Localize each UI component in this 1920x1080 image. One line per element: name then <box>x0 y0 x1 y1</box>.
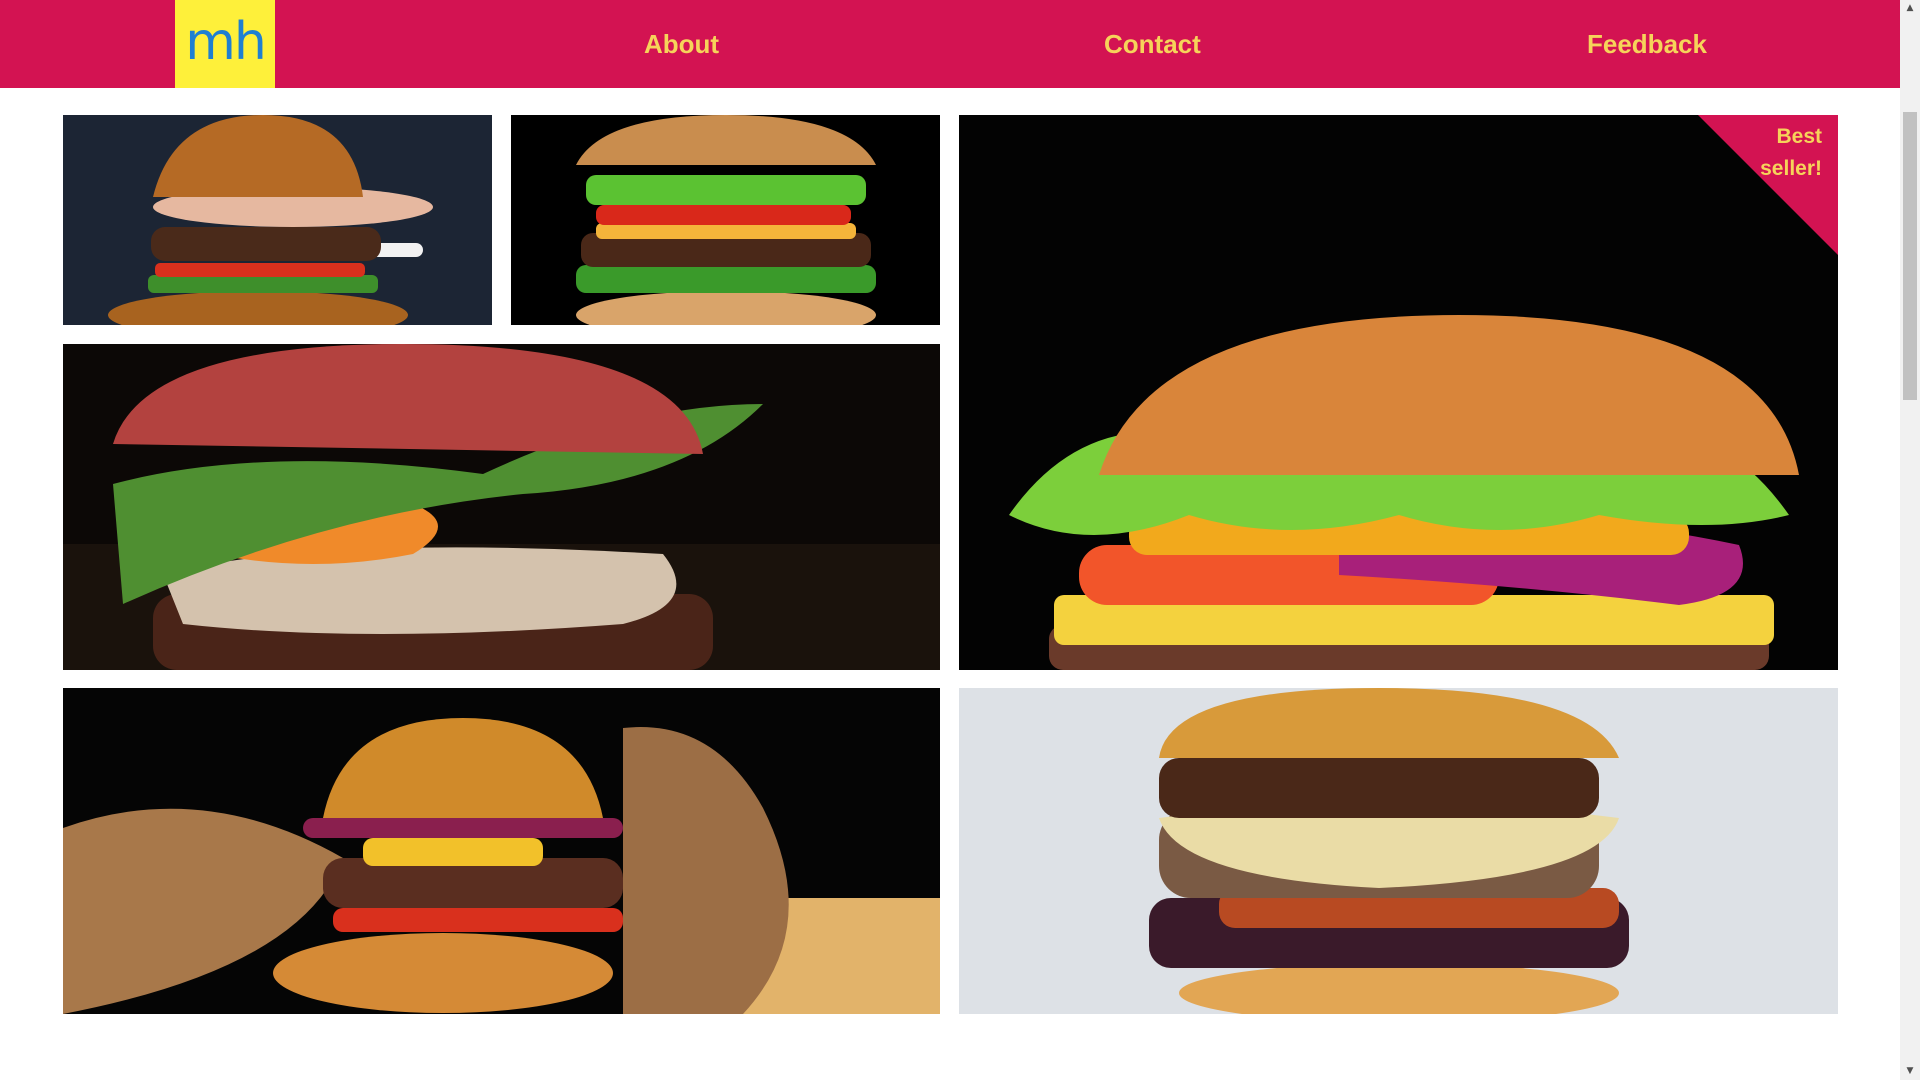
best-seller-badge: Best seller! <box>1760 125 1822 180</box>
burger-photo-3[interactable] <box>63 344 940 670</box>
site-logo[interactable]: mh <box>175 0 275 88</box>
burger-photo-2[interactable] <box>511 115 940 325</box>
scroll-thumb[interactable] <box>1903 112 1917 400</box>
nav-link-about[interactable]: About <box>644 0 719 88</box>
page-scrollbar[interactable]: ▲ ▼ <box>1900 0 1920 1080</box>
top-navbar: mh About Contact Feedback <box>0 0 1900 88</box>
nav-link-contact[interactable]: Contact <box>1104 0 1201 88</box>
scroll-up-arrow-icon[interactable]: ▲ <box>1900 0 1920 17</box>
burger-photo-5[interactable] <box>959 688 1838 1014</box>
burger-photo-hero[interactable]: Best seller! <box>959 115 1838 670</box>
burger-photo-4[interactable] <box>63 688 940 1014</box>
burger-photo-1[interactable] <box>63 115 492 325</box>
nav-link-feedback[interactable]: Feedback <box>1587 0 1707 88</box>
scroll-down-arrow-icon[interactable]: ▼ <box>1900 1063 1920 1080</box>
